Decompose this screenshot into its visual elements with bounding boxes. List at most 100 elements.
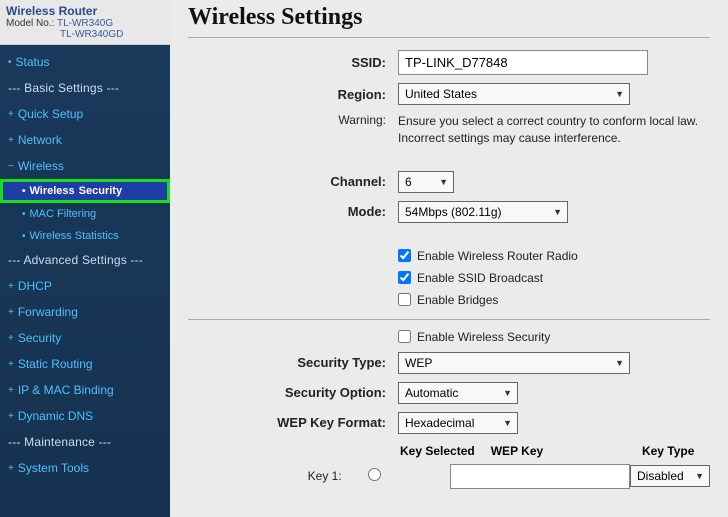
nav-label: Security [18, 331, 61, 345]
plus-icon: + [8, 333, 14, 344]
warning-text: Ensure you select a correct country to c… [398, 113, 710, 147]
label-key-1: Key 1: [188, 469, 354, 483]
sidebar: Wireless Router Model No.: TL-WR340G TL-… [0, 0, 170, 517]
header-wep-key: WEP Key [491, 444, 642, 458]
section-basic-settings: --- Basic Settings --- [0, 75, 170, 101]
sidebar-item-wireless[interactable]: −Wireless [0, 153, 170, 179]
section-maintenance: --- Maintenance --- [0, 429, 170, 455]
plus-icon: + [8, 463, 14, 474]
plus-icon: + [8, 411, 14, 422]
nav-label: DHCP [18, 279, 52, 293]
enable-security-checkbox[interactable] [398, 330, 411, 343]
nav-label: Forwarding [18, 305, 78, 319]
bullet-icon: • [22, 231, 26, 242]
sidebar-item-network[interactable]: + Network [0, 127, 170, 153]
row-warning: Warning: Ensure you select a correct cou… [188, 113, 710, 147]
sidebar-item-ip-mac-binding[interactable]: + IP & MAC Binding [0, 377, 170, 403]
security-option-select[interactable]: Automatic [398, 382, 518, 404]
mode-select[interactable]: 54Mbps (802.11g) [398, 201, 568, 223]
nav: • Status --- Basic Settings --- + Quick Se… [0, 45, 170, 485]
bullet-icon: • [22, 186, 26, 197]
wep-key-headers: Key Selected WEP Key Key Type [400, 444, 710, 458]
check-enable-bridges-row: Enable Bridges [398, 293, 710, 307]
sidebar-item-security[interactable]: + Security [0, 325, 170, 351]
nav-label: IP & MAC Binding [18, 383, 114, 397]
model-value-2: TL-WR340GD [60, 29, 123, 40]
wep-key-format-select[interactable]: Hexadecimal [398, 412, 518, 434]
plus-icon: + [8, 385, 14, 396]
ssid-input[interactable] [398, 50, 648, 75]
enable-bridges-checkbox[interactable] [398, 293, 411, 306]
enable-ssid-checkbox[interactable] [398, 271, 411, 284]
nav-label: Wireless [18, 159, 64, 173]
row-security-option: Security Option: Automatic [188, 382, 710, 404]
nav-label: Network [18, 133, 62, 147]
key1-radio[interactable] [368, 468, 381, 481]
nav-label-b: Security [79, 185, 122, 197]
divider [188, 319, 710, 320]
row-mode: Mode: 54Mbps (802.11g) [188, 201, 710, 223]
sidebar-item-wireless-statistics[interactable]: • Wireless Statistics [0, 225, 170, 247]
sidebar-header: Wireless Router Model No.: TL-WR340G TL-… [0, 0, 170, 45]
plus-icon: + [8, 307, 14, 318]
content-panel: Wireless Settings SSID: Region: United S… [170, 0, 728, 517]
nav-label: Status [16, 55, 50, 69]
row-wep-key-format: WEP Key Format: Hexadecimal [188, 412, 710, 434]
enable-radio-checkbox[interactable] [398, 249, 411, 262]
label-security-option: Security Option: [188, 385, 398, 400]
page-title: Wireless Settings [188, 4, 710, 31]
row-security-type: Security Type: WEP [188, 352, 710, 374]
sidebar-item-wireless-security[interactable]: • Wireless Security [0, 179, 170, 203]
nav-label: Static Routing [18, 357, 93, 371]
model-label: Model No.: [6, 18, 54, 29]
bullet-icon: • [22, 209, 26, 220]
sidebar-item-system-tools[interactable]: + System Tools [0, 455, 170, 481]
enable-security-label: Enable Wireless Security [417, 330, 550, 344]
nav-label: Quick Setup [18, 107, 83, 121]
sidebar-item-forwarding[interactable]: + Forwarding [0, 299, 170, 325]
plus-icon: + [8, 135, 14, 146]
model-value-1: TL-WR340G [57, 18, 113, 29]
plus-icon: + [8, 359, 14, 370]
plus-icon: + [8, 281, 14, 292]
model-number-row: Model No.: TL-WR340G [6, 18, 164, 29]
header-key-selected: Key Selected [400, 444, 491, 458]
key1-type-select[interactable]: Disabled [630, 465, 710, 487]
label-ssid: SSID: [188, 55, 398, 70]
enable-ssid-label: Enable SSID Broadcast [417, 271, 543, 285]
nav-label: System Tools [18, 461, 89, 475]
bullet-icon: • [8, 57, 12, 68]
sidebar-item-quick-setup[interactable]: + Quick Setup [0, 101, 170, 127]
minus-icon: − [8, 161, 14, 172]
nav-label: Dynamic DNS [18, 409, 93, 423]
plus-icon: + [8, 109, 14, 120]
nav-label-a: Wireless [30, 185, 75, 197]
enable-bridges-label: Enable Bridges [417, 293, 498, 307]
divider [188, 37, 710, 38]
security-type-select[interactable]: WEP [398, 352, 630, 374]
sidebar-item-status[interactable]: • Status [0, 49, 170, 75]
channel-select[interactable]: 6 [398, 171, 454, 193]
key1-input[interactable] [450, 464, 630, 489]
nav-label: Wireless Statistics [30, 230, 119, 242]
label-security-type: Security Type: [188, 355, 398, 370]
sidebar-item-mac-filtering[interactable]: • MAC Filtering [0, 203, 170, 225]
header-key-type: Key Type [642, 444, 710, 458]
sidebar-item-dynamic-dns[interactable]: + Dynamic DNS [0, 403, 170, 429]
row-key-1: Key 1: Disabled [188, 464, 710, 489]
label-channel: Channel: [188, 174, 398, 189]
nav-label: MAC Filtering [30, 208, 97, 220]
router-name: Wireless Router [6, 4, 164, 18]
model-number-row-2: TL-WR340GD [6, 29, 164, 40]
sidebar-item-static-routing[interactable]: + Static Routing [0, 351, 170, 377]
label-mode: Mode: [188, 204, 398, 219]
row-ssid: SSID: [188, 50, 710, 75]
check-enable-radio-row: Enable Wireless Router Radio [398, 249, 710, 263]
label-region: Region: [188, 87, 398, 102]
sidebar-item-dhcp[interactable]: + DHCP [0, 273, 170, 299]
row-channel: Channel: 6 [188, 171, 710, 193]
row-region: Region: United States [188, 83, 710, 105]
region-select[interactable]: United States [398, 83, 630, 105]
label-warning: Warning: [188, 113, 398, 127]
check-enable-ssid-row: Enable SSID Broadcast [398, 271, 710, 285]
